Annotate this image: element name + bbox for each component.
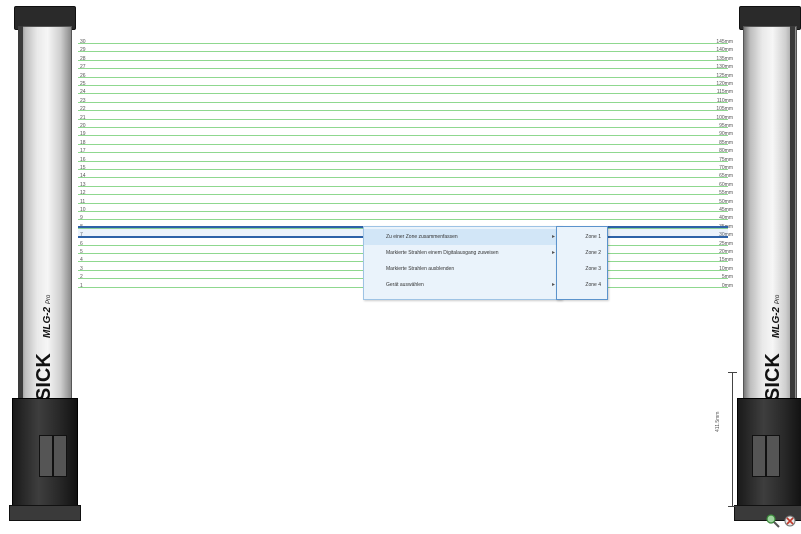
beam-position-label: 10mm	[719, 266, 733, 272]
beam-line[interactable]	[78, 194, 728, 195]
beam-line[interactable]	[78, 51, 728, 52]
beam-line[interactable]	[78, 169, 728, 170]
beam-line[interactable]	[78, 102, 728, 103]
beam-line[interactable]	[78, 211, 728, 212]
beam-position-label: 50mm	[719, 199, 733, 205]
beam-position-label: 95mm	[719, 123, 733, 129]
beam-number: 19	[80, 131, 86, 137]
beam-position-label: 85mm	[719, 140, 733, 146]
submenu-item-zone-1[interactable]: Zone 1	[557, 229, 607, 245]
beam-number: 23	[80, 98, 86, 104]
menu-item-label: Gerät auswählen	[386, 282, 424, 288]
beam-position-label: 75mm	[719, 157, 733, 163]
beam-position-label: 105mm	[716, 106, 733, 112]
beam-number: 3	[80, 266, 83, 272]
beam-line[interactable]	[78, 77, 728, 78]
beam-number: 5	[80, 249, 83, 255]
beam-line[interactable]	[78, 219, 728, 220]
beam-number: 11	[80, 199, 86, 205]
beam-position-label: 135mm	[716, 56, 733, 62]
beam-line[interactable]	[78, 144, 728, 145]
menu-item-label: Markierte Strahlen einem Digitalausgang …	[386, 250, 499, 256]
menu-item-select-device[interactable]: Gerät auswählen ▸	[364, 277, 561, 293]
beam-position-label: 25mm	[719, 241, 733, 247]
beam-position-label: 55mm	[719, 190, 733, 196]
zoom-icon[interactable]	[764, 513, 782, 529]
beam-position-label: 60mm	[719, 182, 733, 188]
config-icon[interactable]	[782, 513, 798, 529]
menu-item-label: Markierte Strahlen ausblenden	[386, 266, 455, 272]
beam-line[interactable]	[78, 127, 728, 128]
beam-number: 30	[80, 39, 86, 45]
beam-line[interactable]	[78, 135, 728, 136]
beam-line[interactable]	[78, 119, 728, 120]
beam-number: 10	[80, 207, 86, 213]
context-menu: Zu einer Zone zusammenfassen ▸ Markierte…	[363, 226, 562, 300]
beam-number: 29	[80, 47, 86, 53]
beam-number: 22	[80, 106, 86, 112]
beam-position-label: 45mm	[719, 207, 733, 213]
beam-position-label: 100mm	[716, 115, 733, 121]
menu-item-hide-beams[interactable]: Markierte Strahlen ausblenden	[364, 261, 561, 277]
beam-line[interactable]	[78, 43, 728, 44]
beam-number: 18	[80, 140, 86, 146]
beam-line[interactable]	[78, 68, 728, 69]
beam-position-label: 110mm	[716, 98, 733, 104]
submenu-item-zone-4[interactable]: Zone 4	[557, 277, 607, 293]
beam-position-label: 145mm	[716, 39, 733, 45]
beam-number: 4	[80, 257, 83, 263]
beam-number: 12	[80, 190, 86, 196]
height-dimension: 411.5mm	[715, 372, 737, 507]
beam-position-label: 115mm	[716, 89, 733, 95]
beam-number: 15	[80, 165, 86, 171]
beam-number: 6	[80, 241, 83, 247]
beam-line[interactable]	[78, 177, 728, 178]
height-dimension-label: 411.5mm	[715, 411, 721, 432]
beam-position-label: 20mm	[719, 249, 733, 255]
beam-number: 26	[80, 73, 86, 79]
beam-number: 21	[80, 115, 86, 121]
beam-position-label: 130mm	[716, 64, 733, 70]
beam-position-label: 0mm	[721, 283, 733, 289]
beam-number: 9	[80, 215, 83, 221]
submenu-item-zone-2[interactable]: Zone 2	[557, 245, 607, 261]
menu-item-merge-zone[interactable]: Zu einer Zone zusammenfassen ▸	[364, 229, 561, 245]
beam-line[interactable]	[78, 152, 728, 153]
beam-position-label: 15mm	[719, 257, 733, 263]
beam-number: 2	[80, 274, 83, 280]
beam-position-label: 5mm	[721, 274, 733, 280]
beam-line[interactable]	[78, 203, 728, 204]
beam-line[interactable]	[78, 186, 728, 187]
beam-number: 24	[80, 89, 86, 95]
beam-number: 16	[80, 157, 86, 163]
beam-line[interactable]	[78, 60, 728, 61]
beam-number: 17	[80, 148, 86, 154]
beam-line[interactable]	[78, 93, 728, 94]
beam-position-label: 125mm	[716, 73, 733, 79]
submenu-arrow-icon: ▸	[551, 234, 555, 240]
submenu-arrow-icon: ▸	[551, 250, 555, 256]
beam-line[interactable]	[78, 85, 728, 86]
beam-position-label: 70mm	[719, 165, 733, 171]
beam-position-label: 90mm	[719, 131, 733, 137]
submenu-arrow-icon: ▸	[551, 282, 555, 288]
beam-number: 27	[80, 64, 86, 70]
beam-position-label: 120mm	[716, 81, 733, 87]
beam-number: 1	[80, 283, 83, 289]
beam-number: 13	[80, 182, 86, 188]
beam-number: 14	[80, 173, 86, 179]
menu-item-label: Zu einer Zone zusammenfassen	[386, 234, 458, 240]
beam-number: 25	[80, 81, 86, 87]
zone-submenu: Zone 1 Zone 2 Zone 3 Zone 4	[556, 226, 608, 300]
beam-number: 28	[80, 56, 86, 62]
beam-position-label: 80mm	[719, 148, 733, 154]
beam-line[interactable]	[78, 110, 728, 111]
beam-position-label: 65mm	[719, 173, 733, 179]
submenu-item-zone-3[interactable]: Zone 3	[557, 261, 607, 277]
beam-position-label: 40mm	[719, 215, 733, 221]
beam-position-label: 140mm	[716, 47, 733, 53]
beam-number: 20	[80, 123, 86, 129]
menu-item-assign-output[interactable]: Markierte Strahlen einem Digitalausgang …	[364, 245, 561, 261]
beam-line[interactable]	[78, 161, 728, 162]
